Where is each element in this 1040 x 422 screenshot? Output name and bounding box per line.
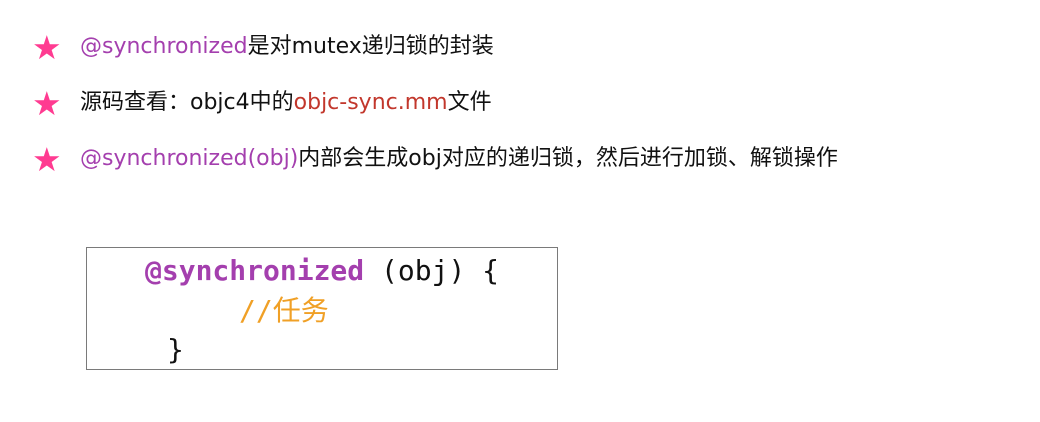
code-example-box: @synchronized (obj) { //任务 } xyxy=(86,247,558,370)
bullet-prefix: 源码查看：objc4中的 xyxy=(80,90,294,115)
bullet-suffix: 文件 xyxy=(447,90,492,115)
code-closing-brace: } xyxy=(167,333,184,366)
code-keyword: @synchronized xyxy=(145,254,365,287)
code-text: (obj) { xyxy=(364,254,500,287)
bullet-item: ★ @synchronized(obj)内部会生成obj对应的递归锁，然后进行加… xyxy=(32,139,838,179)
code-comment: //任务 xyxy=(239,297,329,325)
code-line: } xyxy=(167,336,184,364)
bullet-description: 内部会生成obj对应的递归锁，然后进行加锁、解锁操作 xyxy=(298,146,838,171)
synchronized-keyword: @synchronized xyxy=(80,34,248,59)
bullet-text: @synchronized是对mutex递归锁的封装 xyxy=(80,36,494,58)
bullet-text: @synchronized(obj)内部会生成obj对应的递归锁，然后进行加锁、… xyxy=(80,148,838,170)
star-icon: ★ xyxy=(32,139,62,179)
code-comment-text: //任务 xyxy=(239,294,329,327)
synchronized-obj-keyword: @synchronized(obj) xyxy=(80,146,299,171)
star-icon: ★ xyxy=(32,27,62,67)
bullet-item: ★ 源码查看：objc4中的objc-sync.mm文件 xyxy=(32,83,492,123)
bullet-text: 源码查看：objc4中的objc-sync.mm文件 xyxy=(80,92,492,114)
bullet-item: ★ @synchronized是对mutex递归锁的封装 xyxy=(32,27,494,67)
source-file-name: objc-sync.mm xyxy=(293,90,448,115)
code-line: @synchronized (obj) { xyxy=(145,257,499,285)
bullet-description: 是对mutex递归锁的封装 xyxy=(247,34,494,59)
star-icon: ★ xyxy=(32,83,62,123)
